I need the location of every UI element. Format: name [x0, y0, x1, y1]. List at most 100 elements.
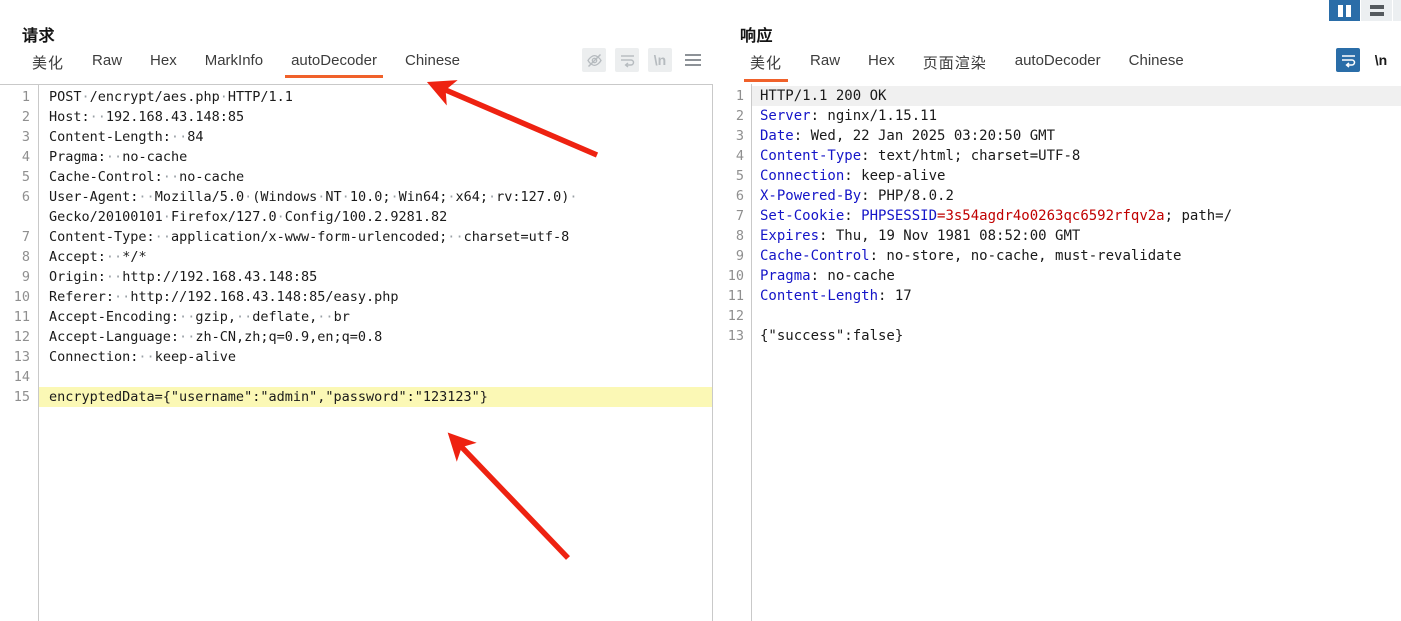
code-line[interactable]: Content-Length: 17 [752, 286, 1401, 306]
response-editor[interactable]: 1 2 3 4 5 6 7 8 9 10 11 12 13 HTTP/1.1 200 OK Server:… [718, 84, 1401, 621]
code-line[interactable]: Connection:··keep-alive [39, 347, 712, 367]
code-line[interactable]: Content-Type: text/html; charset=UTF-8 [752, 146, 1401, 166]
line-number: 3 [735, 128, 744, 144]
window-controls-edge [1393, 0, 1401, 21]
window-split-controls[interactable] [1329, 0, 1401, 21]
request-tabstrip: 美化 Raw Hex MarkInfo autoDecoder Chinese [0, 48, 713, 84]
tab-response-autodecoder[interactable]: autoDecoder [1001, 50, 1115, 78]
line-number: 10 [13, 289, 30, 305]
code-line[interactable]: Accept-Language:··zh-CN,zh;q=0.9,en;q=0.… [39, 327, 712, 347]
tab-request-hex[interactable]: Hex [136, 50, 191, 78]
request-editor[interactable]: 123456.789101112131415 POST·/encrypt/aes… [0, 84, 713, 621]
code-line[interactable]: User-Agent:··Mozilla/5.0·(Windows·NT·10.… [39, 187, 712, 207]
code-line[interactable]: Connection: keep-alive [752, 166, 1401, 186]
code-line[interactable]: Date: Wed, 22 Jan 2025 03:20:50 GMT [752, 126, 1401, 146]
space-marker: · [455, 229, 464, 245]
code-line[interactable] [752, 306, 1401, 326]
code-line[interactable]: {"success":false} [752, 326, 1401, 346]
header-value: ; path=/ [1164, 208, 1233, 224]
header-name: PHPSESSID [861, 208, 938, 224]
code-line[interactable]: Accept-Encoding:··gzip,··deflate,··br [39, 307, 712, 327]
space-marker: · [105, 249, 115, 265]
code-line[interactable]: POST·/encrypt/aes.php·HTTP/1.1 [39, 87, 712, 107]
request-line-numbers: 123456.789101112131415 [0, 85, 38, 621]
space-marker: · [170, 129, 180, 145]
line-number: 7 [21, 229, 30, 245]
code-line[interactable]: encryptedData={"username":"admin","passw… [39, 387, 712, 407]
response-tabstrip: 美化 Raw Hex 页面渲染 autoDecoder Chinese \n [718, 48, 1401, 84]
space-marker: · [146, 189, 155, 205]
code-line[interactable]: Cache-Control: no-store, no-cache, must-… [752, 246, 1401, 266]
line-number: 3 [21, 129, 30, 145]
space-marker: · [179, 329, 188, 345]
header-name: Date [760, 128, 794, 144]
response-code-area[interactable]: HTTP/1.1 200 OK Server: nginx/1.15.11 Date… [751, 84, 1401, 621]
tab-response-raw[interactable]: Raw [796, 50, 854, 78]
code-line[interactable]: Origin:··http://192.168.43.148:85 [39, 267, 712, 287]
split-vertical-button[interactable] [1329, 0, 1361, 21]
line-number: 6 [21, 189, 30, 205]
eye-slash-button[interactable] [582, 48, 606, 72]
word-wrap-button-request[interactable] [615, 48, 639, 72]
code-line[interactable]: Referer:··http://192.168.43.148:85/easy.… [39, 287, 712, 307]
header-name: Content-Type [760, 148, 862, 164]
code-line[interactable]: HTTP/1.1 200 OK [752, 86, 1401, 106]
code-line[interactable]: Cache-Control:··no-cache [39, 167, 712, 187]
split-horizontal-button[interactable] [1361, 0, 1393, 21]
tab-request-chinese[interactable]: Chinese [391, 50, 474, 78]
space-marker: · [114, 149, 123, 165]
line-number: 15 [13, 389, 30, 405]
word-wrap-icon [1341, 54, 1355, 68]
space-marker: · [146, 349, 155, 365]
menu-icon [685, 54, 701, 66]
code-line[interactable]: Host:··192.168.43.148:85 [39, 107, 712, 127]
code-line[interactable]: Content-Length:··84 [39, 127, 712, 147]
tab-request-markinfo[interactable]: MarkInfo [191, 50, 277, 78]
tab-request-beautify[interactable]: 美化 [18, 50, 78, 82]
code-line[interactable]: Content-Type:··application/x-www-form-ur… [39, 227, 712, 247]
code-line[interactable]: Pragma:··no-cache [39, 147, 712, 167]
tab-response-hex[interactable]: Hex [854, 50, 909, 78]
code-line[interactable]: Pragma: no-cache [752, 266, 1401, 286]
line-number: 12 [727, 308, 744, 324]
newline-button-request[interactable]: \n [648, 48, 672, 72]
line-number: . [0, 207, 30, 227]
tab-request-autodecoder[interactable]: autoDecoder [277, 50, 391, 78]
space-marker: · [154, 229, 163, 245]
newline-button-response[interactable]: \n [1369, 48, 1393, 72]
line-number: 4 [21, 149, 30, 165]
code-line[interactable] [39, 367, 712, 387]
tab-request-raw[interactable]: Raw [78, 50, 136, 78]
code-line[interactable]: Expires: Thu, 19 Nov 1981 08:52:00 GMT [752, 226, 1401, 246]
space-marker: · [138, 349, 147, 365]
tab-response-chinese[interactable]: Chinese [1115, 50, 1198, 78]
code-line[interactable]: Server: nginx/1.15.11 [752, 106, 1401, 126]
code-line[interactable]: Set-Cookie: PHPSESSID=3s54agdr4o0263qc65… [752, 206, 1401, 226]
request-code-area[interactable]: POST·/encrypt/aes.php·HTTP/1.1 Host:··192… [38, 85, 713, 621]
space-marker: · [138, 189, 147, 205]
space-marker: · [122, 289, 131, 305]
header-name: Expires [760, 228, 820, 244]
code-line[interactable]: Gecko/20100101·Firefox/127.0·Config/100.… [39, 207, 712, 227]
space-marker: · [162, 229, 171, 245]
line-number: 2 [21, 109, 30, 125]
code-line[interactable]: X-Powered-By: PHP/8.0.2 [752, 186, 1401, 206]
tab-response-beautify[interactable]: 美化 [736, 50, 796, 82]
line-number: 8 [21, 249, 30, 265]
request-menu-button[interactable] [681, 48, 705, 72]
response-tool-icons: \n [1336, 48, 1401, 72]
space-marker: · [114, 249, 123, 265]
tab-response-page-render[interactable]: 页面渲染 [909, 50, 1001, 82]
space-marker: · [276, 209, 285, 225]
code-line[interactable]: Accept:··*/* [39, 247, 712, 267]
request-panel-title: 请求 [22, 28, 56, 45]
header-value: : 17 [878, 288, 912, 304]
space-marker: · [179, 129, 188, 145]
request-panel: 请求 美化 Raw Hex MarkInfo autoDecoder Chine… [0, 0, 713, 621]
line-number: 2 [735, 108, 744, 124]
line-number: 9 [735, 248, 744, 264]
space-marker: · [114, 269, 123, 285]
line-number: 10 [727, 268, 744, 284]
word-wrap-button-response[interactable] [1336, 48, 1360, 72]
word-wrap-icon [620, 54, 634, 68]
